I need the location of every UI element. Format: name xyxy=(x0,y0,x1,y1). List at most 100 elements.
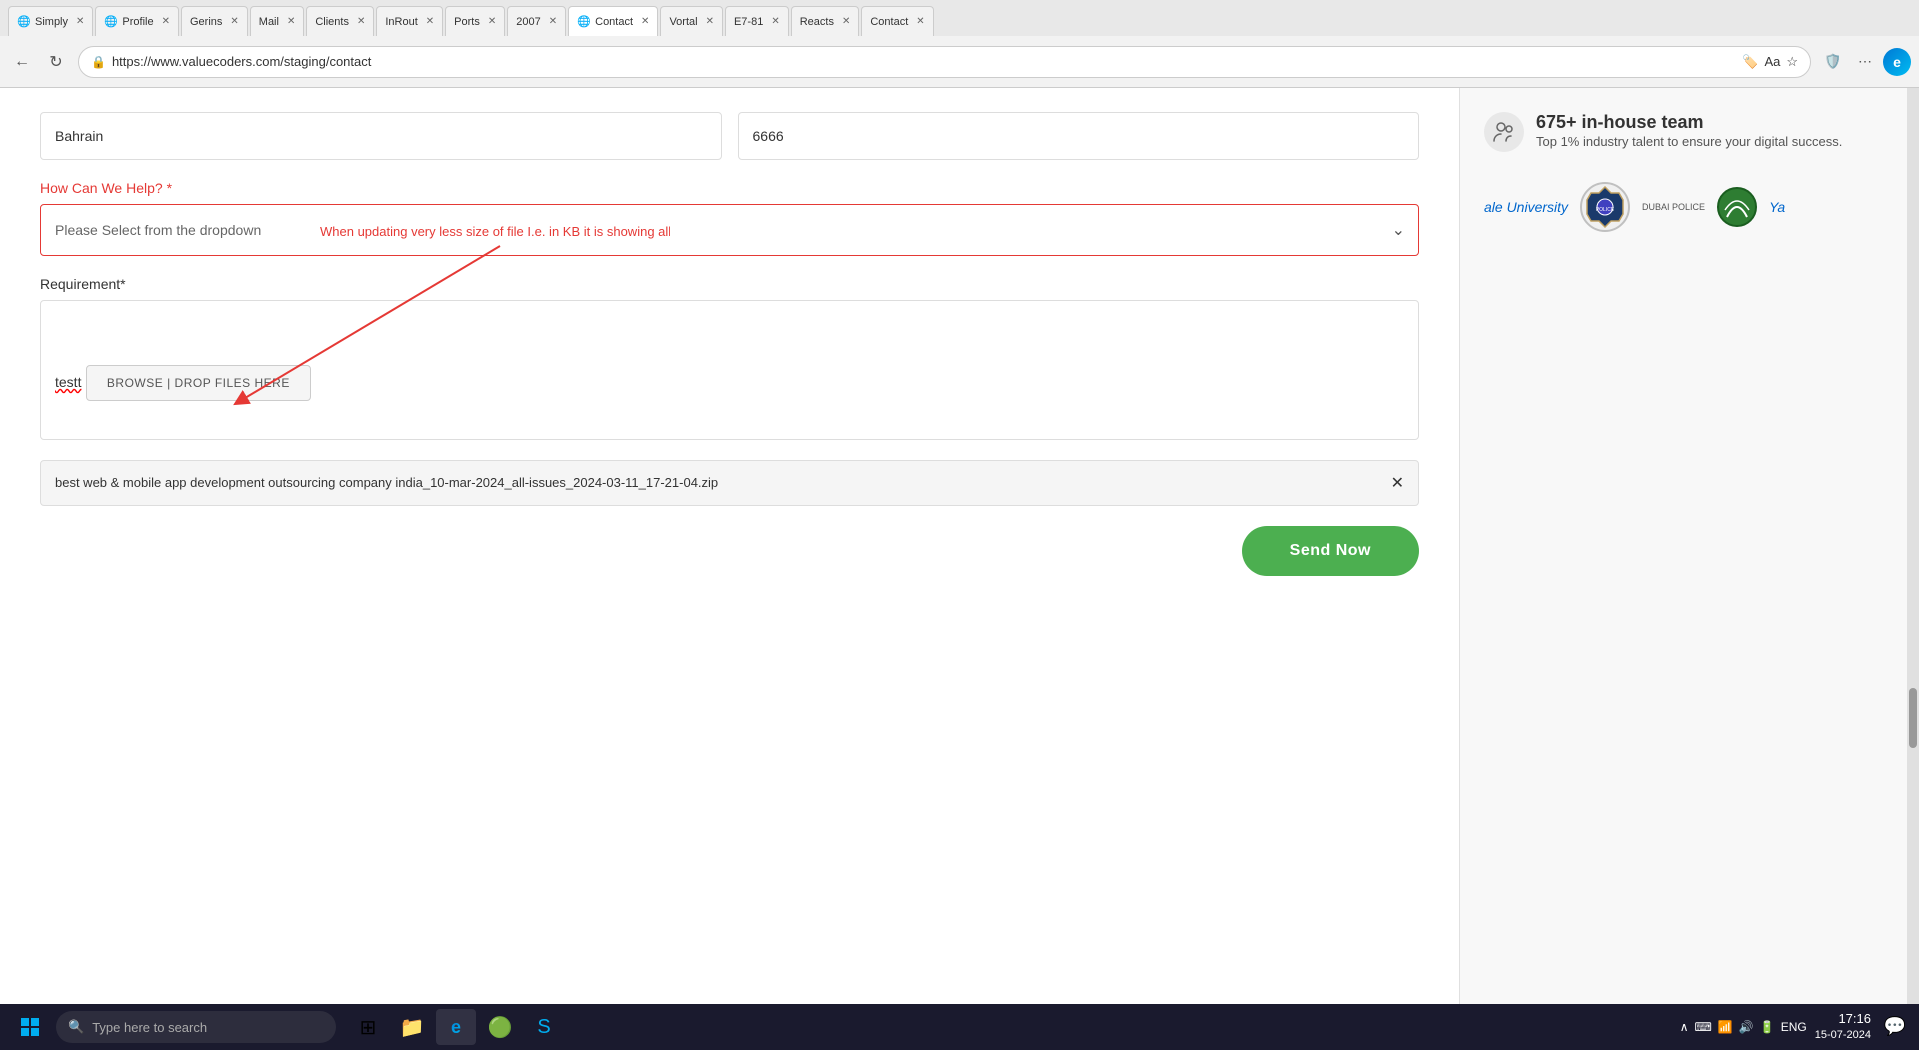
start-button[interactable] xyxy=(8,1009,52,1045)
right-scrollbar[interactable] xyxy=(1907,88,1919,1004)
tab-close-contact[interactable]: ✕ xyxy=(641,16,649,27)
tab-vortal[interactable]: Vortal ✕ xyxy=(660,6,723,36)
send-button[interactable]: Send Now xyxy=(1242,526,1419,576)
sidebar-stat-content: 675+ in-house team Top 1% industry talen… xyxy=(1536,112,1842,151)
tab-label-ports: Ports xyxy=(454,16,480,28)
tray-keyboard: ⌨ xyxy=(1695,1020,1712,1034)
taskbar-app-edge[interactable]: e xyxy=(436,1009,476,1045)
how-can-we-help-group: How Can We Help? * Please Select from th… xyxy=(40,180,1419,256)
requirement-label: Requirement* xyxy=(40,276,1419,292)
sidebar-stat-desc: Top 1% industry talent to ensure your di… xyxy=(1536,133,1842,151)
tab-close-ports[interactable]: ✕ xyxy=(488,16,496,27)
tab-label-contact2: Contact xyxy=(870,16,908,28)
sidebar-stat-title: 675+ in-house team xyxy=(1536,112,1842,133)
tab-bar: 🌐 Simply ✕ 🌐 Profile ✕ Gerins ✕ Mail ✕ C… xyxy=(0,0,1919,36)
tab-close-gerins[interactable]: ✕ xyxy=(230,16,238,27)
tab-label-reacts: Reacts xyxy=(800,16,834,28)
tab-profile[interactable]: 🌐 Profile ✕ xyxy=(95,6,179,36)
tab-close-reacts[interactable]: ✕ xyxy=(842,16,850,27)
how-can-we-help-label: How Can We Help? * xyxy=(40,180,1419,196)
bookmark-icon[interactable]: 🏷️ xyxy=(1742,54,1758,70)
lang-indicator: ENG xyxy=(1781,1020,1807,1034)
extensions-button[interactable]: 🛡️ xyxy=(1819,48,1847,76)
lock-icon: 🔒 xyxy=(91,55,106,69)
tab-close-2007[interactable]: ✕ xyxy=(549,16,557,27)
taskbar-search[interactable]: 🔍 Type here to search xyxy=(56,1011,336,1043)
reader-icon[interactable]: Aa xyxy=(1764,54,1780,69)
taskbar-app-taskview[interactable]: ⊞ xyxy=(348,1009,388,1045)
tab-close-contact2[interactable]: ✕ xyxy=(916,16,924,27)
country-input[interactable] xyxy=(40,112,722,160)
tab-contact2[interactable]: Contact ✕ xyxy=(861,6,933,36)
tab-inrout[interactable]: InRout ✕ xyxy=(376,6,443,36)
url-text: https://www.valuecoders.com/staging/cont… xyxy=(112,54,1736,69)
clock-date: 15-07-2024 xyxy=(1815,1028,1871,1043)
browser-chrome: ← ↻ 🔒 https://www.valuecoders.com/stagin… xyxy=(0,36,1919,88)
tab-reacts[interactable]: Reacts ✕ xyxy=(791,6,860,36)
tray-volume[interactable]: 🔊 xyxy=(1739,1020,1754,1034)
windows-icon xyxy=(21,1018,39,1036)
more-button[interactable]: ⋯ xyxy=(1851,48,1879,76)
tab-label-e781: E7-81 xyxy=(734,16,763,28)
tab-close-vortal[interactable]: ✕ xyxy=(706,16,714,27)
tray-arrow[interactable]: ∧ xyxy=(1680,1020,1689,1034)
tab-gerins[interactable]: Gerins ✕ xyxy=(181,6,248,36)
taskbar-apps: ⊞ 📁 e 🟢 S xyxy=(348,1009,564,1045)
tab-close-clients[interactable]: ✕ xyxy=(357,16,365,27)
tray-battery: 🔋 xyxy=(1760,1020,1775,1034)
search-icon: 🔍 xyxy=(68,1019,84,1035)
tab-ports[interactable]: Ports ✕ xyxy=(445,6,505,36)
tab-close-inrout[interactable]: ✕ xyxy=(426,16,434,27)
send-button-wrapper: Send Now xyxy=(40,526,1419,576)
left-pane: How Can We Help? * Please Select from th… xyxy=(0,88,1459,1004)
taskbar-app-chrome[interactable]: 🟢 xyxy=(480,1009,520,1045)
requirement-group: Requirement* testt BROWSE | DROP FILES H… xyxy=(40,276,1419,440)
tab-close-simply[interactable]: ✕ xyxy=(76,16,84,27)
file-name-text: best web & mobile app development outsou… xyxy=(55,474,1383,492)
tab-close-profile[interactable]: ✕ xyxy=(162,16,170,27)
tab-contact[interactable]: 🌐 Contact ✕ xyxy=(568,6,658,36)
phone-input[interactable] xyxy=(738,112,1420,160)
taskbar-app-explorer[interactable]: 📁 xyxy=(392,1009,432,1045)
main-area: How Can We Help? * Please Select from th… xyxy=(0,88,1919,1004)
tab-close-mail[interactable]: ✕ xyxy=(287,16,295,27)
scrollbar-thumb[interactable] xyxy=(1909,688,1917,748)
tab-favicon-simply: 🌐 xyxy=(17,15,31,29)
tab-label-contact: Contact xyxy=(595,16,633,28)
dubai-police-logo: DUBAI POLICE xyxy=(1642,202,1705,213)
edge-icon: e xyxy=(1883,48,1911,76)
tab-2007[interactable]: 2007 ✕ xyxy=(507,6,566,36)
team-icon xyxy=(1484,112,1524,152)
taskbar-app-skype[interactable]: S xyxy=(524,1009,564,1045)
file-remove-button[interactable]: ✕ xyxy=(1391,473,1404,493)
tab-e781[interactable]: E7-81 ✕ xyxy=(725,6,789,36)
dubai-police-text: DUBAI POLICE xyxy=(1642,202,1705,213)
tab-favicon-contact: 🌐 xyxy=(577,15,591,29)
taskbar-right: ∧ ⌨ 📶 🔊 🔋 ENG 17:16 15-07-2024 💬 xyxy=(1680,1010,1911,1044)
tab-simply[interactable]: 🌐 Simply ✕ xyxy=(8,6,93,36)
star-icon[interactable]: ☆ xyxy=(1786,54,1798,70)
tray-network[interactable]: 📶 xyxy=(1718,1020,1733,1034)
requirement-box[interactable]: testt BROWSE | DROP FILES HERE xyxy=(40,300,1419,440)
tab-label-inrout: InRout xyxy=(385,16,417,28)
refresh-button[interactable]: ↻ xyxy=(42,48,70,76)
police-badge: POLICE xyxy=(1580,182,1630,232)
notification-button[interactable]: 💬 xyxy=(1879,1011,1911,1043)
back-button[interactable]: ← xyxy=(8,48,36,76)
tab-clients[interactable]: Clients ✕ xyxy=(306,6,374,36)
nav-buttons: ← ↻ xyxy=(8,48,70,76)
tab-label-2007: 2007 xyxy=(516,16,540,28)
dropdown-wrapper: Please Select from the dropdown Web Deve… xyxy=(40,204,1419,256)
help-dropdown[interactable]: Please Select from the dropdown Web Deve… xyxy=(40,204,1419,256)
clock-time: 17:16 xyxy=(1815,1010,1871,1028)
browser-actions: 🛡️ ⋯ e xyxy=(1819,48,1911,76)
address-bar[interactable]: 🔒 https://www.valuecoders.com/staging/co… xyxy=(78,46,1811,78)
tab-label-gerins: Gerins xyxy=(190,16,222,28)
tab-mail[interactable]: Mail ✕ xyxy=(250,6,305,36)
tab-close-e781[interactable]: ✕ xyxy=(771,16,779,27)
green-logo xyxy=(1717,187,1757,227)
tab-label-vortal: Vortal xyxy=(669,16,697,28)
file-attachment: best web & mobile app development outsou… xyxy=(40,460,1419,506)
browse-button[interactable]: BROWSE | DROP FILES HERE xyxy=(86,365,311,401)
tab-label-profile: Profile xyxy=(122,16,153,28)
